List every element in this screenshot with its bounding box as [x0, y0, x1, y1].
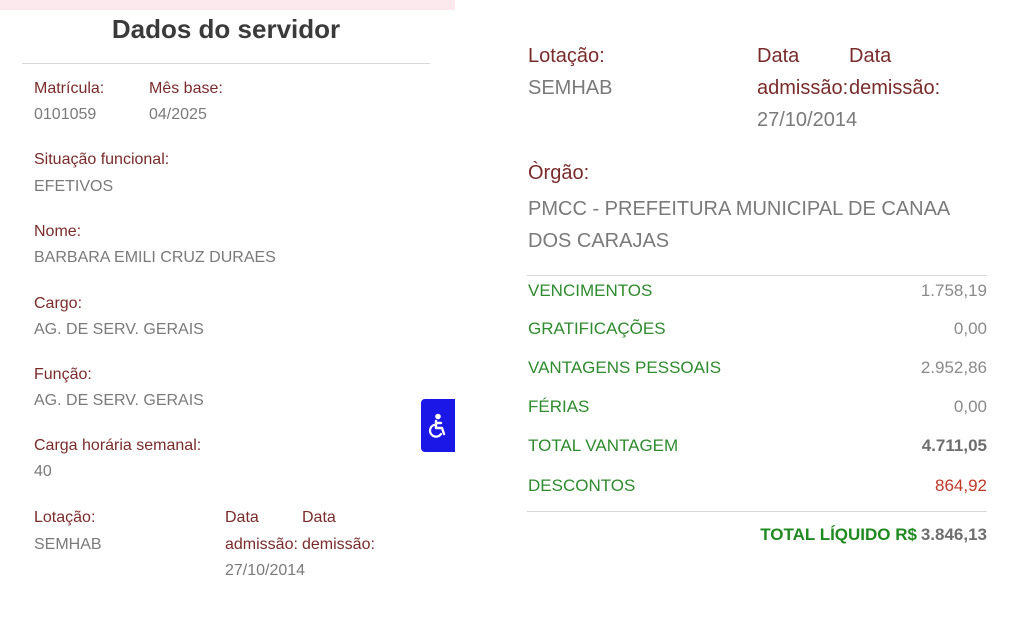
lotacao-label: Lotação:	[34, 509, 96, 526]
wheelchair-icon	[428, 413, 446, 438]
funcao-label: Função:	[34, 366, 92, 383]
row-value-vantagens-pessoais: 2.952,86	[920, 358, 987, 377]
divider	[527, 275, 987, 276]
cargo-value: AG. DE SERV. GERAIS	[34, 321, 204, 338]
mes-base-label: Mês base:	[149, 80, 223, 97]
data-demissao-label-line2: demissão:	[302, 536, 375, 553]
data-admissao-value: 27/10/2014	[225, 562, 306, 579]
right-data-admissao-value: 27/10/2014	[757, 109, 858, 131]
total-liquido-value: 3.846,13	[920, 525, 987, 544]
row-label-descontos: DESCONTOS	[528, 476, 636, 495]
row-label-ferias: FÉRIAS	[528, 397, 590, 416]
top-strip	[0, 0, 455, 10]
accessibility-button[interactable]	[421, 399, 455, 452]
data-demissao-label-line1: Data	[302, 509, 336, 526]
nome-value: BARBARA EMILI CRUZ DURAES	[34, 249, 276, 266]
mes-base-value: 04/2025	[149, 106, 207, 123]
row-label-total-vantagem: TOTAL VANTAGEM	[528, 436, 679, 455]
row-value-gratificacoes: 0,00	[953, 319, 987, 338]
row-value-vencimentos: 1.758,19	[920, 281, 987, 300]
right-lotacao-value: SEMHAB	[528, 77, 613, 99]
matricula-label: Matrícula:	[34, 80, 105, 97]
lotacao-value: SEMHAB	[34, 536, 102, 553]
row-value-total-vantagem: 4.711,05	[921, 436, 987, 455]
right-data-demissao-label-line2: demissão:	[849, 77, 941, 99]
situacao-value: EFETIVOS	[34, 178, 114, 195]
right-data-admissao-label-line1: Data	[757, 45, 800, 67]
matricula-value: 0101059	[34, 106, 97, 123]
divider	[527, 511, 987, 512]
row-label-gratificacoes: GRATIFICAÇÕES	[528, 319, 666, 338]
row-value-descontos: 864,92	[935, 476, 987, 495]
orgao-value: PMCC - PREFEITURA MUNICIPAL DE CANAA DOS…	[528, 198, 950, 252]
carga-value: 40	[34, 463, 52, 480]
right-lotacao-label: Lotação:	[528, 45, 605, 67]
row-label-vantagens-pessoais: VANTAGENS PESSOAIS	[528, 358, 722, 377]
carga-label: Carga horária semanal:	[34, 437, 202, 454]
page-title: Dados do servidor	[111, 14, 341, 44]
right-data-demissao-label-line1: Data	[849, 45, 892, 67]
total-liquido-label: TOTAL LÍQUIDO R$	[760, 525, 917, 544]
funcao-value: AG. DE SERV. GERAIS	[34, 392, 204, 409]
left-panel: Dados do servidor Matrícula: 0101059 Mês…	[0, 0, 460, 623]
orgao-label: Òrgão:	[528, 162, 590, 184]
data-admissao-label-line2: admissão:	[225, 536, 298, 553]
divider	[22, 63, 430, 64]
data-admissao-label-line1: Data	[225, 509, 259, 526]
right-data-admissao-label-line2: admissão:	[757, 77, 849, 99]
situacao-label: Situação funcional:	[34, 151, 170, 168]
row-value-ferias: 0,00	[953, 397, 987, 416]
row-label-vencimentos: VENCIMENTOS	[528, 281, 653, 300]
cargo-label: Cargo:	[34, 295, 83, 312]
nome-label: Nome:	[34, 223, 82, 240]
